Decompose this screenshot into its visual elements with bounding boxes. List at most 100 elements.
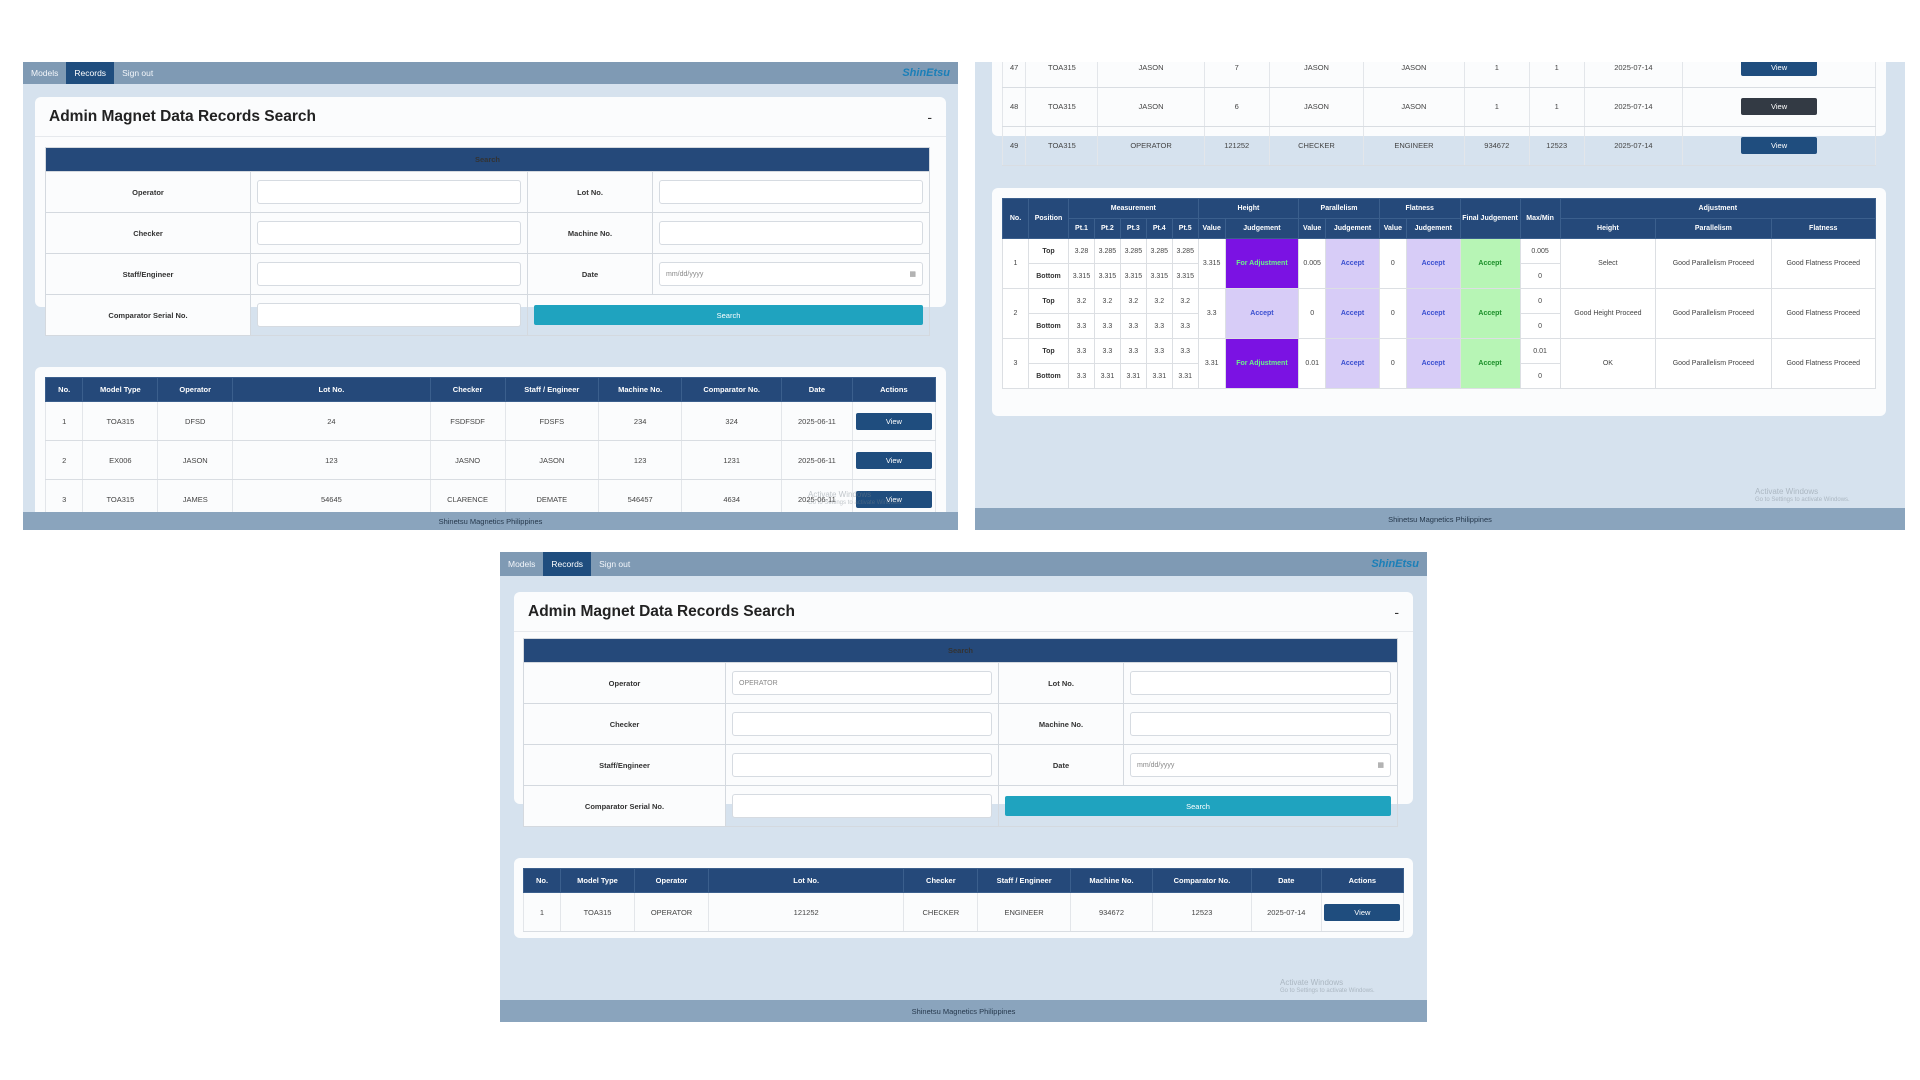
search-button[interactable]: Search — [534, 305, 923, 325]
machine-input[interactable] — [1130, 712, 1391, 736]
comparator-input[interactable] — [257, 303, 521, 327]
nav-models[interactable]: Models — [23, 62, 66, 84]
th-col-6: Machine No. — [1069, 868, 1154, 893]
row-number: 2 — [1002, 288, 1029, 339]
actions-cell: View — [1682, 87, 1876, 127]
table-cell: JASON — [1268, 62, 1365, 88]
date-input[interactable]: mm/dd/yyyy ▦ — [659, 262, 923, 286]
point-value: 3.2 — [1145, 288, 1173, 314]
machine-input[interactable] — [659, 221, 923, 245]
nav-models[interactable]: Models — [500, 552, 543, 576]
collapse-button[interactable]: - — [1394, 604, 1399, 620]
staff-label: Staff/Engineer — [45, 253, 251, 295]
th-pt5: Pt.5 — [1171, 218, 1199, 239]
view-button[interactable]: View — [1741, 62, 1818, 76]
results-table: No. Model Type Operator Lot No. Checker Staff… — [44, 377, 937, 519]
th-final: Final Judgement — [1459, 198, 1521, 239]
date-placeholder: mm/dd/yyyy — [1137, 761, 1175, 769]
search-bar-title: Search — [45, 147, 930, 172]
operator-input[interactable]: OPERATOR — [732, 671, 992, 695]
th-col-1: Model Type — [559, 868, 636, 893]
flatness-value: 0 — [1378, 338, 1407, 389]
table-cell: OPERATOR — [1097, 126, 1205, 166]
checker-label: Checker — [523, 703, 726, 745]
point-value: 3.3 — [1093, 338, 1121, 364]
date-input[interactable]: mm/dd/yyyy ▦ — [1130, 753, 1391, 777]
operator-input[interactable] — [257, 180, 521, 204]
calendar-icon[interactable]: ▦ — [909, 270, 916, 278]
table-row: 2 EX006 JASON 123 JASNO JASON 123 1231 2025-06-1… — [44, 440, 937, 480]
point-value: 3.31 — [1093, 363, 1121, 389]
table-cell: 2025-06-11 — [781, 440, 853, 480]
comparator-input[interactable] — [732, 794, 992, 818]
maxmin-value: 0 — [1519, 363, 1561, 389]
table-row: 47 TOA315 JASON 7 JASON JASON 1 1 2025-07-14 View — [1001, 62, 1876, 88]
parallelism-judgement: Accept — [1325, 288, 1380, 339]
shinetsu-logo: ShinEtsu — [902, 67, 950, 79]
actions-cell: View — [1320, 892, 1405, 932]
view-button[interactable]: View — [855, 451, 932, 469]
operator-value: OPERATOR — [739, 679, 778, 687]
view-button[interactable]: View — [1324, 903, 1401, 921]
th-col-0: No. — [523, 868, 561, 893]
th-pt3: Pt.3 — [1119, 218, 1147, 239]
th-col-3: Lot No. — [232, 377, 431, 402]
row-number: 3 — [1002, 338, 1029, 389]
row-number: 1 — [1002, 238, 1029, 289]
th-pt1: Pt.1 — [1068, 218, 1095, 239]
calendar-icon[interactable]: ▦ — [1377, 761, 1384, 769]
staff-input[interactable] — [732, 753, 992, 777]
adjust-height: Good Height Proceed — [1559, 288, 1657, 339]
nav-sign-out[interactable]: Sign out — [591, 552, 638, 576]
th-parallelism: Parallelism — [1298, 198, 1380, 219]
lot-input[interactable] — [1130, 671, 1391, 695]
actions-cell: View — [851, 440, 937, 480]
final-judgement: Accept — [1459, 288, 1521, 339]
view-button[interactable]: View — [855, 412, 932, 430]
search-button[interactable]: Search — [1005, 796, 1391, 816]
checker-input[interactable] — [732, 712, 992, 736]
table-cell: 121252 — [708, 892, 905, 932]
th-col-5: Staff / Engineer — [504, 377, 600, 402]
adjust-height: Select — [1559, 238, 1657, 289]
point-value: 3.31 — [1119, 363, 1147, 389]
search-form: Search Operator Lot No. Checker Machine … — [45, 147, 930, 336]
point-value: 3.28 — [1068, 238, 1095, 264]
nav-records[interactable]: Records — [543, 552, 592, 576]
point-value: 3.3 — [1068, 363, 1095, 389]
position-label: Bottom — [1028, 313, 1069, 339]
point-value: 3.315 — [1093, 263, 1121, 289]
actions-cell: View — [851, 401, 937, 441]
th-pt4: Pt.4 — [1145, 218, 1173, 239]
table-cell: 1 — [1463, 87, 1530, 127]
nav-records[interactable]: Records — [66, 62, 115, 84]
table-cell: OPERATOR — [634, 892, 710, 932]
table-cell: JASON — [1097, 62, 1205, 88]
table-cell: JASON — [504, 440, 600, 480]
point-value: 3.2 — [1068, 288, 1095, 314]
nav-sign-out[interactable]: Sign out — [114, 62, 161, 84]
checker-input[interactable] — [257, 221, 521, 245]
maxmin-value: 0 — [1519, 263, 1561, 289]
measurement-row-top: 2 Top 3.2 3.2 3.2 3.2 3.2 3.3 Accept 0 Accept 0 Acce… — [1002, 288, 1877, 339]
measurement-row-top: 3 Top 3.3 3.3 3.3 3.3 3.3 3.31 For Adjustment 0.0… — [1002, 338, 1877, 389]
date-label: Date — [527, 253, 653, 295]
actions-cell: View — [1682, 62, 1876, 88]
table-cell: ENGINEER — [977, 892, 1071, 932]
footer: Shinetsu Magnetics Philippines — [975, 508, 1905, 530]
measurement-row-top: 1 Top 3.28 3.285 3.285 3.285 3.285 3.315 For Adj… — [1002, 238, 1877, 289]
lot-input[interactable] — [659, 180, 923, 204]
table-cell: CHECKER — [903, 892, 979, 932]
view-button[interactable]: View — [1741, 98, 1818, 115]
table-cell: TOA315 — [1025, 126, 1099, 166]
maxmin-value: 0 — [1519, 313, 1561, 339]
table-cell: 2025-07-14 — [1583, 87, 1684, 127]
table-cell: 12523 — [1528, 126, 1585, 166]
table-cell: JASON — [1268, 87, 1365, 127]
table-row: 48 TOA315 JASON 6 JASON JASON 1 1 2025-07-14 View — [1001, 87, 1876, 127]
staff-input[interactable] — [257, 262, 521, 286]
position-label: Top — [1028, 288, 1069, 314]
collapse-button[interactable]: - — [927, 109, 932, 125]
view-button[interactable]: View — [1741, 137, 1818, 154]
point-value: 3.3 — [1119, 313, 1147, 339]
